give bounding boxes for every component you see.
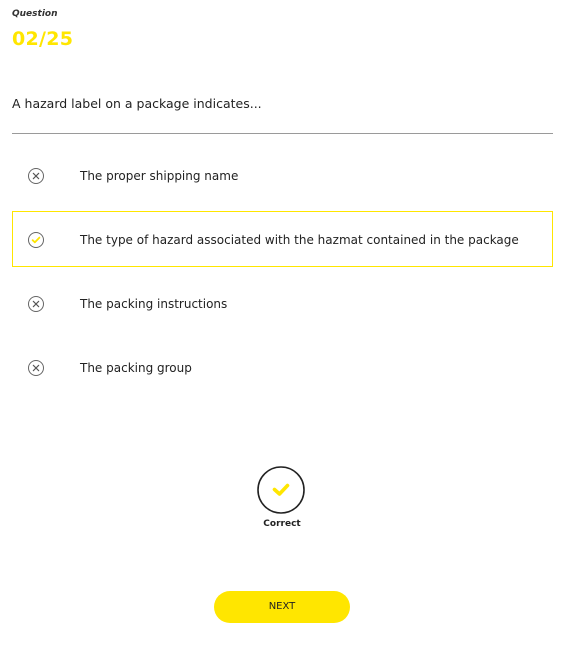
- answer-option-label: The proper shipping name: [80, 169, 239, 183]
- answer-option-3[interactable]: The packing instructions: [12, 275, 553, 331]
- next-button[interactable]: NEXT: [214, 591, 350, 623]
- x-circle-icon: [27, 359, 45, 377]
- question-counter: 02/25: [12, 28, 74, 50]
- check-circle-icon: [27, 231, 45, 249]
- answer-option-4[interactable]: The packing group: [12, 339, 553, 395]
- check-icon: [257, 466, 305, 514]
- x-circle-icon: [27, 295, 45, 313]
- answer-option-label: The packing instructions: [80, 297, 228, 311]
- result-label: Correct: [263, 519, 301, 529]
- result-badge: [257, 466, 305, 514]
- x-circle-icon: [27, 167, 45, 185]
- answer-option-label: The type of hazard associated with the h…: [80, 233, 519, 247]
- answer-option-2[interactable]: The type of hazard associated with the h…: [12, 211, 553, 267]
- question-label: Question: [12, 9, 58, 19]
- question-text: A hazard label on a package indicates...: [12, 96, 262, 111]
- answer-option-label: The packing group: [80, 361, 192, 375]
- answer-option-1[interactable]: The proper shipping name: [12, 147, 553, 203]
- divider: [12, 133, 553, 134]
